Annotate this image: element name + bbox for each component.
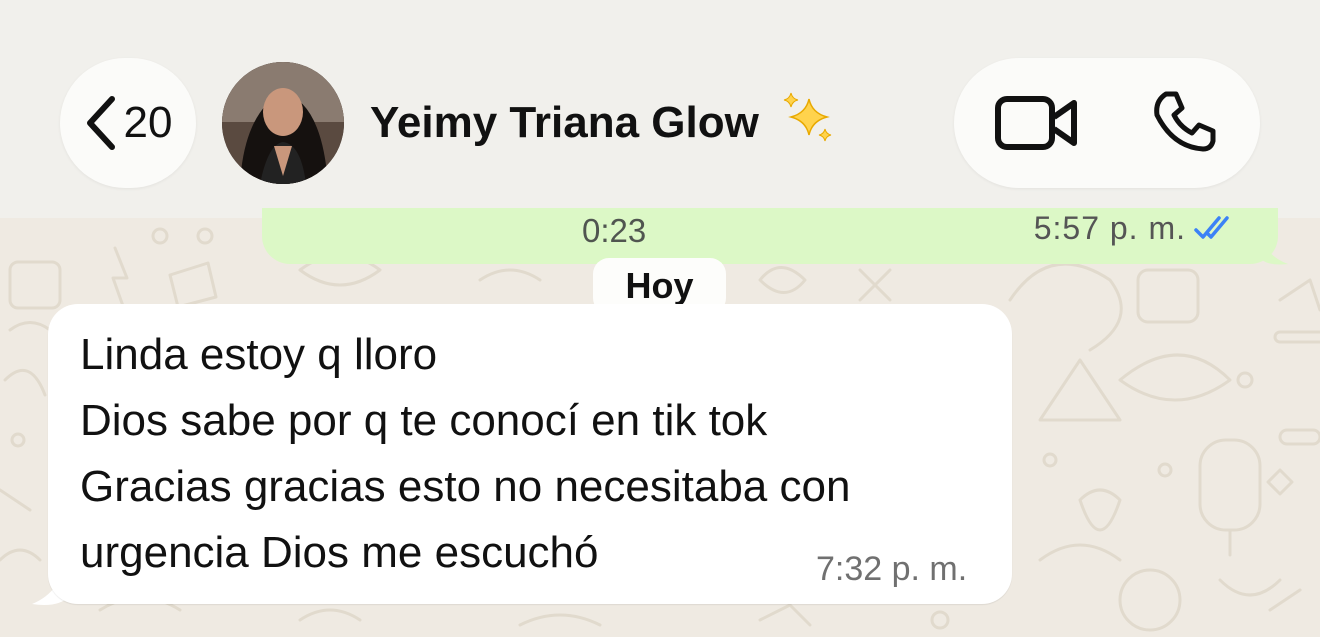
video-camera-icon xyxy=(994,96,1080,157)
unread-count: 20 xyxy=(123,98,173,147)
message-text-line: Dios sabe por q te conocí en tik tok xyxy=(80,396,768,445)
call-actions xyxy=(954,58,1260,188)
read-receipt-icon xyxy=(1194,214,1234,247)
message-text-line: urgencia Dios me escuchó xyxy=(80,528,599,577)
bubble-tail xyxy=(1262,236,1288,265)
message-time: 5:57 p. m. xyxy=(1033,210,1186,246)
message-text-line: Linda estoy q lloro xyxy=(80,330,438,379)
message-time: 7:32 p. m. xyxy=(816,550,968,588)
video-call-button[interactable] xyxy=(994,93,1080,153)
message-text-line: Gracias gracias esto no necesitaba con xyxy=(80,462,851,511)
outgoing-audio-message[interactable]: 0:23 5:57 p. m. xyxy=(262,208,1278,264)
incoming-message[interactable]: Linda estoy q lloro Dios sabe por q te c… xyxy=(48,304,1012,604)
contact-name[interactable]: Yeimy Triana Glow xyxy=(370,92,835,151)
voice-call-button[interactable] xyxy=(1150,88,1220,158)
contact-name-text: Yeimy Triana Glow xyxy=(370,98,759,147)
chat-header: 20 Yeimy Triana Glow xyxy=(0,0,1320,218)
sparkles-icon xyxy=(781,91,835,156)
phone-icon xyxy=(1150,91,1220,162)
audio-duration: 0:23 xyxy=(582,212,647,249)
avatar[interactable] xyxy=(222,62,344,184)
chevron-left-icon xyxy=(84,93,118,153)
back-button[interactable]: 20 xyxy=(60,58,196,188)
